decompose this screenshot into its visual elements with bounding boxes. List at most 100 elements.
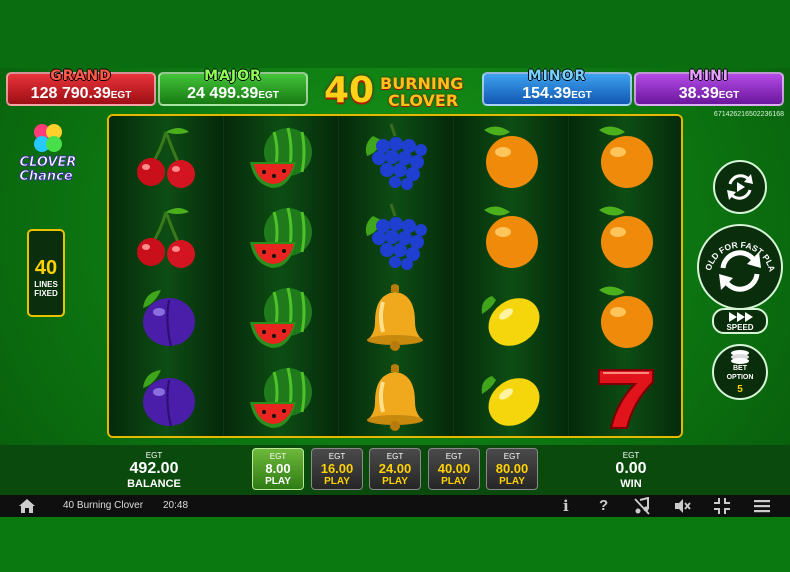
bet-option-button[interactable]: BET OPTION 5 bbox=[712, 344, 768, 400]
orange-icon bbox=[599, 126, 653, 188]
bell-icon bbox=[367, 284, 423, 351]
bell-icon bbox=[367, 364, 423, 431]
bet-currency: EGT bbox=[328, 452, 346, 461]
balance-label: BALANCE bbox=[127, 478, 181, 490]
orange-icon bbox=[484, 206, 538, 268]
spin-icon: HOLD FOR FAST PLAY bbox=[696, 218, 777, 292]
reel-symbol bbox=[339, 196, 453, 276]
balance-currency: EGT bbox=[145, 451, 163, 460]
jackpot-mini: MINI 38.39EGT bbox=[634, 68, 784, 106]
balance-display: EGT 492.00 BALANCE bbox=[112, 451, 196, 490]
bet-button[interactable]: EGT 16.00 PLAY bbox=[311, 448, 363, 490]
speed-button[interactable]: SPEED bbox=[712, 308, 768, 334]
jackpot-minor: MINOR 154.39EGT bbox=[482, 68, 632, 106]
menu-icon[interactable] bbox=[753, 497, 771, 515]
bet-label: PLAY bbox=[441, 476, 467, 487]
reel-symbol bbox=[569, 276, 681, 356]
speed-label: SPEED bbox=[726, 323, 754, 332]
footer-background bbox=[0, 517, 790, 572]
clover-icon: CLOVER Chance bbox=[19, 124, 77, 184]
reel-5 bbox=[569, 116, 681, 436]
watermelon-icon bbox=[250, 127, 312, 188]
jackpot-grand-value: 128 790.39 bbox=[30, 85, 111, 102]
reel-symbol bbox=[569, 116, 681, 196]
jackpot-minor-title: MINOR bbox=[527, 68, 587, 84]
reel-symbol bbox=[224, 356, 338, 436]
bet-label: PLAY bbox=[265, 476, 291, 487]
bet-currency: EGT bbox=[269, 452, 287, 461]
bet-label: PLAY bbox=[499, 476, 525, 487]
bet-button[interactable]: EGT 80.00 PLAY bbox=[486, 448, 538, 490]
reel-symbol bbox=[454, 116, 568, 196]
lines-count: 40 bbox=[34, 257, 58, 279]
bet-currency: EGT bbox=[503, 452, 521, 461]
bet-button[interactable]: EGT 40.00 PLAY bbox=[428, 448, 480, 490]
reel-4 bbox=[454, 116, 568, 436]
reel-symbol bbox=[109, 196, 223, 276]
bet-button[interactable]: EGT 24.00 PLAY bbox=[369, 448, 421, 490]
clover-chance-logo: CLOVER Chance bbox=[14, 120, 82, 186]
bet-option-value: 5 bbox=[737, 384, 743, 395]
jackpot-major: MAJOR 24 499.39EGT bbox=[158, 68, 308, 106]
music-off-icon[interactable] bbox=[633, 497, 651, 515]
cherry-icon bbox=[137, 128, 195, 188]
jackpot-mini-title: MINI bbox=[688, 68, 730, 84]
reel-symbol bbox=[109, 356, 223, 436]
bet-value: 24.00 bbox=[378, 461, 412, 476]
jackpot-grand: GRAND 128 790.39EGT bbox=[6, 68, 156, 106]
info-icon[interactable]: i bbox=[563, 497, 569, 515]
reel-symbol bbox=[224, 116, 338, 196]
game-title-line2: CLOVER bbox=[388, 91, 459, 110]
status-time: 20:48 bbox=[163, 500, 189, 511]
watermelon-icon bbox=[250, 287, 312, 348]
reels-area bbox=[107, 114, 683, 438]
bet-label: PLAY bbox=[324, 476, 350, 487]
hold-fast-play-text: HOLD FOR FAST PLAY bbox=[696, 218, 777, 273]
lines-label2: FIXED bbox=[34, 289, 58, 298]
lines-label1: LINES bbox=[34, 280, 58, 289]
status-bar: 40 Burning Clover 20:48 i ? bbox=[0, 495, 790, 517]
status-game-name: 40 Burning Clover bbox=[63, 500, 144, 511]
plum-icon bbox=[143, 290, 195, 347]
reel-symbol bbox=[339, 276, 453, 356]
win-currency: EGT bbox=[622, 451, 640, 460]
jackpot-minor-currency: EGT bbox=[571, 90, 592, 101]
reel-symbol bbox=[454, 276, 568, 356]
bet-currency: EGT bbox=[445, 452, 463, 461]
reel-symbol bbox=[109, 276, 223, 356]
bet-value: 8.00 bbox=[265, 461, 291, 476]
lines-fixed-indicator: 40 LINES FIXED bbox=[27, 229, 65, 317]
help-icon[interactable]: ? bbox=[599, 497, 608, 514]
exit-fullscreen-icon[interactable] bbox=[713, 497, 731, 515]
logo-line1: CLOVER bbox=[20, 155, 77, 170]
seven-icon bbox=[598, 369, 654, 429]
jackpot-minor-value: 154.39 bbox=[522, 85, 572, 102]
game-title-number: 40 bbox=[324, 70, 375, 111]
orange-icon bbox=[599, 286, 653, 348]
coins-icon bbox=[731, 350, 749, 364]
bet-option-label1: BET bbox=[733, 365, 747, 372]
bet-value: 40.00 bbox=[437, 461, 471, 476]
bet-button[interactable]: EGT 8.00 PLAY bbox=[252, 448, 304, 490]
svg-text:HOLD FOR FAST PLAY: HOLD FOR FAST PLAY bbox=[699, 226, 777, 273]
watermelon-icon bbox=[250, 207, 312, 268]
home-icon[interactable] bbox=[18, 497, 36, 515]
autoplay-button[interactable] bbox=[713, 160, 767, 214]
win-value: 0.00 bbox=[615, 460, 647, 477]
reel-symbol bbox=[454, 356, 568, 436]
jackpot-major-title: MAJOR bbox=[204, 68, 262, 84]
bet-label: PLAY bbox=[382, 476, 408, 487]
reel-1 bbox=[109, 116, 223, 436]
jackpot-major-value: 24 499.39 bbox=[187, 85, 259, 102]
win-label: WIN bbox=[620, 478, 642, 490]
sound-mute-icon[interactable] bbox=[673, 497, 691, 515]
balance-value: 492.00 bbox=[129, 460, 179, 477]
spin-button[interactable]: HOLD FOR FAST PLAY bbox=[696, 218, 783, 310]
reel-symbol bbox=[224, 196, 338, 276]
autoplay-icon bbox=[727, 174, 753, 200]
grapes-icon bbox=[365, 203, 427, 270]
jackpot-grand-currency: EGT bbox=[110, 90, 132, 101]
cherry-icon bbox=[137, 208, 195, 268]
bet-value: 80.00 bbox=[495, 461, 529, 476]
lemon-icon bbox=[481, 376, 540, 426]
